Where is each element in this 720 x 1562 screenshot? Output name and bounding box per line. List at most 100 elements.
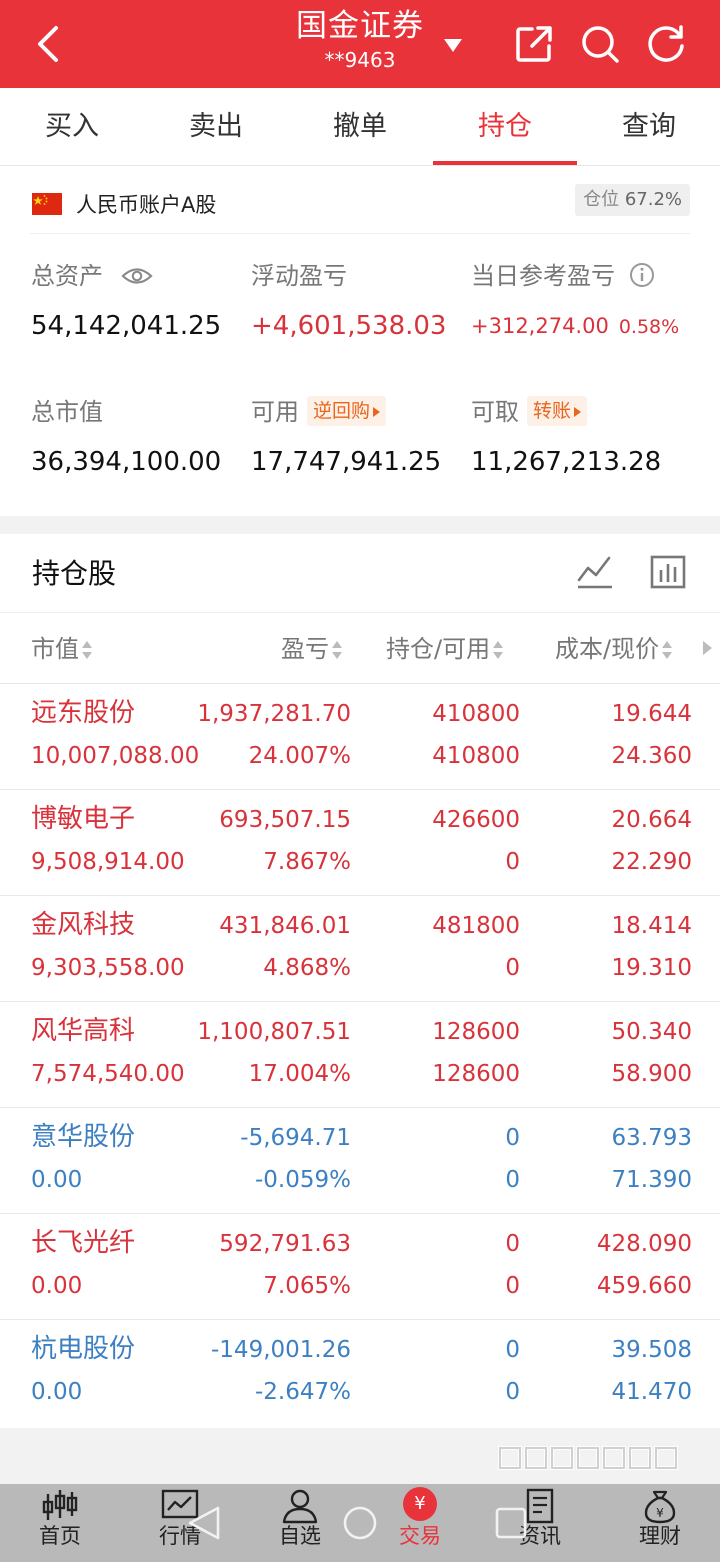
market-value: 10,007,088.00 (31, 743, 200, 769)
nav-market[interactable]: 行情 (120, 1484, 240, 1562)
holding-row[interactable]: 远东股份 10,007,088.00 1,937,281.70 24.007% 4108… (0, 684, 720, 790)
account-row[interactable]: 人民币账户A股 仓位 67.2% (30, 180, 690, 234)
floating-pl-value: +4,601,538.03 (251, 311, 447, 341)
user-icon (282, 1489, 318, 1524)
profit-loss: 592,791.63 (219, 1231, 351, 1257)
available-qty: 0 (505, 1379, 520, 1405)
back-icon[interactable] (28, 22, 72, 66)
trend-chart-icon[interactable] (575, 552, 615, 592)
candlestick-icon (42, 1490, 78, 1520)
col-profit-loss[interactable]: 盈亏 (281, 632, 343, 666)
current-price: 41.470 (611, 1379, 692, 1405)
profit-loss: 1,937,281.70 (197, 701, 351, 727)
cost-price: 20.664 (611, 807, 692, 833)
current-price: 22.290 (611, 849, 692, 875)
system-recents-icon[interactable] (494, 1506, 528, 1540)
nav-wealth[interactable]: ¥ 理财 (600, 1484, 720, 1562)
profit-loss-percent: 17.004% (248, 1061, 351, 1087)
total-assets-label: 总资产 (31, 260, 153, 292)
cost-price: 18.414 (611, 913, 692, 939)
stock-name: 博敏电子 (31, 804, 136, 834)
sort-icon (82, 641, 92, 659)
stock-name: 意华股份 (31, 1122, 136, 1152)
available-label: 可用 逆回购 (251, 396, 387, 428)
tab-query[interactable]: 查询 (577, 88, 720, 166)
cost-price: 428.090 (596, 1231, 692, 1257)
info-icon[interactable] (629, 262, 655, 288)
total-assets-label-text: 总资产 (31, 262, 103, 290)
holding-row[interactable]: 长飞光纤 0.00 592,791.63 7.065% 0 0 428.090 459.660 (0, 1214, 720, 1320)
stock-name: 杭电股份 (31, 1334, 136, 1364)
col-market-value-label: 市值 (31, 635, 79, 663)
tab-buy[interactable]: 买入 (0, 88, 144, 166)
transfer-button[interactable]: 转账 (527, 396, 588, 426)
market-value: 9,508,914.00 (31, 849, 185, 875)
market-value: 0.00 (31, 1273, 83, 1299)
title-area[interactable]: 国金证券 **9463 (230, 6, 490, 82)
holding-row[interactable]: 风华高科 7,574,540.00 1,100,807.51 17.004% 12860… (0, 1002, 720, 1108)
withdrawable-label-text: 可取 (471, 398, 519, 426)
available-qty: 0 (505, 1273, 520, 1299)
available-qty: 410800 (432, 743, 520, 769)
refresh-icon[interactable] (646, 24, 686, 64)
daily-pl-label: 当日参考盈亏 (471, 260, 655, 292)
market-value: 0.00 (31, 1167, 83, 1193)
watermark-icon (498, 1446, 678, 1470)
position-ratio-label: 仓位 (583, 189, 620, 210)
account-type-label: 人民币账户A股 (76, 193, 217, 217)
share-icon[interactable] (514, 24, 554, 64)
account-summary: 人民币账户A股 仓位 67.2% 总资产 54,142,041.25 浮动盈亏 … (0, 166, 720, 516)
col-market-value[interactable]: 市值 (31, 632, 93, 666)
active-tab-indicator (433, 161, 577, 165)
daily-pl-label-text: 当日参考盈亏 (471, 262, 615, 290)
cost-price: 39.508 (611, 1337, 692, 1363)
eye-icon[interactable] (121, 265, 153, 287)
triangle-right-icon (574, 406, 582, 417)
app-header: 国金证券 **9463 (0, 0, 720, 88)
holding-qty: 128600 (432, 1019, 520, 1045)
holding-qty: 410800 (432, 701, 520, 727)
holding-qty: 481800 (432, 913, 520, 939)
holding-qty: 0 (505, 1125, 520, 1151)
daily-pl-percent: 0.58% (618, 316, 680, 338)
tab-cancel[interactable]: 撤单 (288, 88, 432, 166)
stock-name: 远东股份 (31, 698, 136, 728)
available-qty: 128600 (432, 1061, 520, 1087)
system-back-icon[interactable] (186, 1504, 222, 1542)
holding-row[interactable]: 杭电股份 0.00 -149,001.26 -2.647% 0 0 39.508 41.470 (0, 1320, 720, 1426)
stock-name: 金风科技 (31, 910, 136, 940)
caret-down-icon[interactable] (442, 36, 464, 54)
profit-loss: 1,100,807.51 (197, 1019, 351, 1045)
position-ratio-value: 67.2% (624, 189, 682, 210)
scroll-right-icon[interactable] (703, 641, 712, 655)
cost-price: 19.644 (611, 701, 692, 727)
holding-row[interactable]: 博敏电子 9,508,914.00 693,507.15 7.867% 426600 0 2… (0, 790, 720, 896)
profit-loss-percent: 7.065% (263, 1273, 351, 1299)
repo-button[interactable]: 逆回购 (307, 396, 387, 426)
china-flag-icon (32, 193, 62, 215)
tab-sell[interactable]: 卖出 (144, 88, 288, 166)
tab-holdings[interactable]: 持仓 (433, 88, 577, 166)
daily-pl-value: +312,274.00 0.58% (471, 309, 679, 344)
available-value: 17,747,941.25 (251, 447, 442, 477)
col-cost-price[interactable]: 成本/现价 (555, 632, 673, 666)
nav-home[interactable]: 首页 (0, 1484, 120, 1562)
current-price: 71.390 (611, 1167, 692, 1193)
nav-market-label: 行情 (159, 1524, 201, 1548)
nav-home-label: 首页 (39, 1524, 81, 1548)
trade-tabs: 买入 卖出 撤单 持仓 查询 (0, 88, 720, 166)
available-qty: 0 (505, 849, 520, 875)
daily-pl-amount: +312,274.00 (471, 314, 609, 338)
col-holding-available[interactable]: 持仓/可用 (386, 632, 504, 666)
sort-icon (332, 641, 342, 659)
holding-row[interactable]: 金风科技 9,303,558.00 431,846.01 4.868% 481800 0 1… (0, 896, 720, 1002)
current-price: 24.360 (611, 743, 692, 769)
system-home-icon[interactable] (341, 1504, 379, 1542)
col-cost-price-label: 成本/现价 (555, 635, 660, 663)
market-value: 0.00 (31, 1379, 83, 1405)
profit-loss-percent: 7.867% (263, 849, 351, 875)
holding-row[interactable]: 意华股份 0.00 -5,694.71 -0.059% 0 0 63.793 71.390 (0, 1108, 720, 1214)
bar-chart-icon[interactable] (648, 552, 688, 592)
col-profit-loss-label: 盈亏 (281, 635, 329, 663)
search-icon[interactable] (580, 24, 620, 64)
